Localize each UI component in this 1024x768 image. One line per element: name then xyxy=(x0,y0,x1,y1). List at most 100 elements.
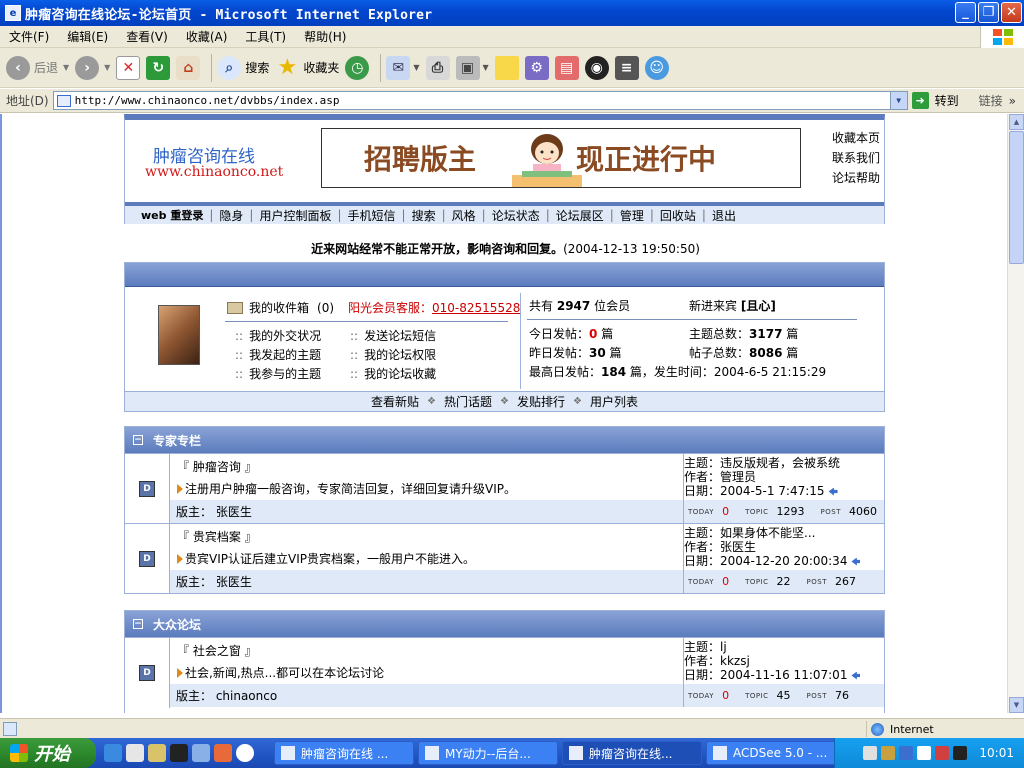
clock[interactable]: 10:01 xyxy=(979,746,1014,760)
nav-logout[interactable]: 退出 xyxy=(706,207,742,224)
last-post-topic[interactable]: 主题：违反版规者，会被系统 xyxy=(684,456,884,470)
forum-moderator[interactable]: 版主： chinaonco xyxy=(170,684,683,707)
quick-user-list[interactable]: 用户列表 xyxy=(590,393,638,410)
last-post-author[interactable]: 作者：管理员 xyxy=(684,470,884,484)
nav-recycle[interactable]: 回收站 xyxy=(654,207,702,224)
menu-favorites[interactable]: 收藏(A) xyxy=(177,28,237,45)
link-collections[interactable]: 我的论坛收藏 xyxy=(364,367,436,381)
start-button[interactable]: 开始 xyxy=(0,738,96,768)
nav-control-panel[interactable]: 用户控制面板 xyxy=(253,207,337,224)
recruit-banner[interactable]: 招聘版主 现正进行中 xyxy=(321,128,801,188)
category-header[interactable]: − 专家专栏 xyxy=(125,427,884,453)
forum-name[interactable]: 『 社会之窗 』 xyxy=(177,642,257,659)
site-logo-url[interactable]: www.chinaonco.net xyxy=(145,164,283,180)
tool-button-1[interactable]: ⚙ xyxy=(524,52,549,84)
link-relations[interactable]: 我的外交状况 xyxy=(249,329,321,343)
quick-hot-topics[interactable]: 热门话题 xyxy=(444,393,492,410)
nav-admin[interactable]: 管理 xyxy=(614,207,650,224)
history-button[interactable]: ◷ xyxy=(345,52,370,84)
print-button[interactable]: ⎙ xyxy=(425,52,450,84)
forum-moderator[interactable]: 版主： 张医生 xyxy=(170,570,683,593)
notes-button[interactable] xyxy=(494,52,519,84)
tray-icon[interactable] xyxy=(953,746,968,760)
go-button[interactable]: ➜ 转到 xyxy=(911,92,959,109)
messenger-button[interactable]: ☺ xyxy=(644,52,669,84)
qq-launch-icon[interactable] xyxy=(170,744,188,762)
forum-moderator[interactable]: 版主： 张医生 xyxy=(170,500,683,523)
link-send-sms[interactable]: 发送论坛短信 xyxy=(364,329,436,343)
newest-member-link[interactable]: [且心] xyxy=(741,299,776,313)
category-header[interactable]: − 大众论坛 xyxy=(125,611,884,637)
vertical-scrollbar[interactable]: ▲ ▼ xyxy=(1007,114,1024,713)
last-post-arrow-icon[interactable] xyxy=(828,487,838,496)
nav-invisible[interactable]: 隐身 xyxy=(213,207,249,224)
task-forum-2[interactable]: 肿瘤咨询在线... xyxy=(562,741,702,765)
tray-icon[interactable] xyxy=(881,746,896,760)
close-button[interactable]: ✕ xyxy=(1001,2,1022,23)
nav-status[interactable]: 论坛状态 xyxy=(486,207,546,224)
nav-gallery[interactable]: 论坛展区 xyxy=(550,207,610,224)
last-post-topic[interactable]: 主题：如果身体不能坚... xyxy=(684,526,884,540)
folder-launch-icon[interactable] xyxy=(148,744,166,762)
desktop-launch-icon[interactable] xyxy=(126,744,144,762)
qq-button[interactable]: ◉ xyxy=(584,52,609,84)
nav-style[interactable]: 风格 xyxy=(446,207,482,224)
tray-icon[interactable] xyxy=(935,746,950,760)
ie-launch-icon[interactable] xyxy=(104,744,122,762)
favorites-button[interactable]: ★ 收藏夹 xyxy=(275,52,339,84)
forum-name[interactable]: 『 肿瘤咨询 』 xyxy=(177,458,257,475)
menu-view[interactable]: 查看(V) xyxy=(117,28,177,45)
search-button[interactable]: ⌕ 搜索 xyxy=(217,52,269,84)
menu-edit[interactable]: 编辑(E) xyxy=(58,28,117,45)
link-permissions[interactable]: 我的论坛权限 xyxy=(364,348,436,362)
edit-button[interactable]: ▣ ▼ xyxy=(455,52,489,84)
tray-icon[interactable] xyxy=(899,746,914,760)
address-input[interactable]: http://www.chinaonco.net/dvbbs/index.asp… xyxy=(52,91,908,110)
last-post-arrow-icon[interactable] xyxy=(851,671,861,680)
task-admin[interactable]: MY动力--后台... xyxy=(418,741,558,765)
inbox-link[interactable]: 我的收件箱 xyxy=(249,299,309,316)
nav-relogin[interactable]: web 重登录 xyxy=(135,207,209,223)
app-launch-icon[interactable] xyxy=(192,744,210,762)
task-acdsee[interactable]: ACDSee 5.0 - ... xyxy=(706,741,846,765)
nav-sms[interactable]: 手机短信 xyxy=(342,207,402,224)
minimize-button[interactable]: _ xyxy=(955,2,976,23)
home-button[interactable]: ⌂ xyxy=(176,52,201,84)
last-post-author[interactable]: 作者：kkzsj xyxy=(684,654,884,668)
nav-search[interactable]: 搜索 xyxy=(406,207,442,224)
tray-icon[interactable] xyxy=(863,746,878,760)
task-forum-1[interactable]: 肿瘤咨询在线 ... xyxy=(274,741,414,765)
refresh-button[interactable]: ↻ xyxy=(146,52,171,84)
forum-name[interactable]: 『 贵宾档案 』 xyxy=(177,528,257,545)
last-post-arrow-icon[interactable] xyxy=(851,557,861,566)
tool-button-2[interactable]: ▤ xyxy=(554,52,579,84)
last-post-author[interactable]: 作者：张医生 xyxy=(684,540,884,554)
scroll-up-icon[interactable]: ▲ xyxy=(1009,114,1024,130)
scroll-down-icon[interactable]: ▼ xyxy=(1009,697,1024,713)
app2-launch-icon[interactable] xyxy=(236,744,254,762)
media-launch-icon[interactable] xyxy=(214,744,232,762)
forward-button[interactable]: › ▼ xyxy=(75,52,110,84)
link-joined-topics[interactable]: 我参与的主题 xyxy=(249,367,321,381)
maximize-button[interactable]: ❐ xyxy=(978,2,999,23)
collapse-icon[interactable]: − xyxy=(133,619,143,629)
hotline-number[interactable]: 010-82515528 xyxy=(432,301,520,315)
menu-help[interactable]: 帮助(H) xyxy=(295,28,355,45)
address-dropdown-icon[interactable]: ▼ xyxy=(889,92,907,109)
link-my-topics[interactable]: 我发起的主题 xyxy=(249,348,321,362)
scroll-thumb[interactable] xyxy=(1009,131,1024,264)
user-avatar[interactable] xyxy=(158,305,200,365)
menu-tools[interactable]: 工具(T) xyxy=(236,28,295,45)
quick-post-ranking[interactable]: 发贴排行 xyxy=(517,393,565,410)
menu-file[interactable]: 文件(F) xyxy=(0,28,58,45)
tray-icon[interactable] xyxy=(917,746,932,760)
stop-button[interactable]: ✕ xyxy=(116,52,141,84)
last-post-topic[interactable]: 主题：lj xyxy=(684,640,884,654)
tool-button-3[interactable]: ≡ xyxy=(614,52,639,84)
mail-button[interactable]: ✉ ▼ xyxy=(386,52,420,84)
collapse-icon[interactable]: − xyxy=(133,435,143,445)
back-button[interactable]: ‹ 后退 ▼ xyxy=(6,52,69,84)
help-link[interactable]: 论坛帮助 xyxy=(832,168,880,188)
links-button[interactable]: 链接 xyxy=(979,92,1003,109)
contact-link[interactable]: 联系我们 xyxy=(832,148,880,168)
